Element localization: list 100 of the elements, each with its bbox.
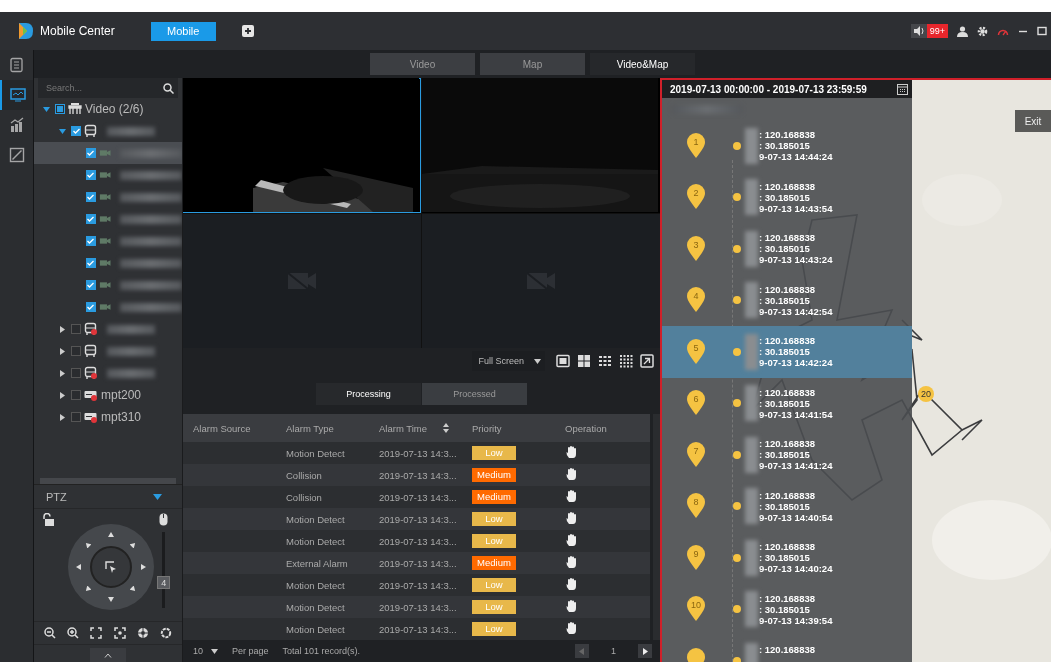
aperture-icon[interactable]: [136, 627, 149, 639]
search-input[interactable]: Search...: [44, 82, 163, 94]
direction-arrow-icon[interactable]: [129, 586, 136, 593]
checkbox[interactable]: [85, 280, 96, 290]
settings-icon[interactable]: [977, 25, 988, 37]
direction-arrow-icon[interactable]: [107, 532, 114, 538]
track-point[interactable]: 1 : 120.168838 : 30.185015 9-07-13 14:44:24: [662, 120, 912, 172]
checkbox[interactable]: [85, 258, 96, 268]
monitor-icon[interactable]: [9, 87, 26, 103]
zoom-in-icon[interactable]: [67, 627, 79, 639]
pin-icon: [686, 596, 706, 623]
add-icon[interactable]: [241, 25, 254, 37]
direction-arrow-icon[interactable]: [129, 541, 136, 548]
track-point[interactable]: 5 : 120.168838 : 30.185015 9-07-13 14:42:24: [662, 326, 912, 378]
exit-button[interactable]: Exit: [1015, 110, 1051, 132]
search-icon[interactable]: [163, 82, 174, 94]
direction-arrow-icon[interactable]: [139, 564, 146, 570]
checkbox[interactable]: [85, 214, 96, 224]
track-point[interactable]: 7 : 120.168838 : 30.185015 9-07-13 14:41:24: [662, 429, 912, 481]
hand-icon[interactable]: [565, 621, 577, 635]
hand-icon[interactable]: [565, 599, 577, 613]
hand-icon[interactable]: [565, 511, 577, 525]
tree-item[interactable]: mpt310: [34, 406, 182, 428]
next-page-button[interactable]: [638, 644, 652, 658]
caret-icon[interactable]: [58, 391, 66, 399]
slider-thumb[interactable]: 4: [157, 576, 171, 590]
hand-icon[interactable]: [565, 555, 577, 569]
maximize-icon[interactable]: [1037, 26, 1047, 36]
checkbox[interactable]: [71, 368, 81, 378]
hand-icon[interactable]: [565, 533, 577, 547]
track-point[interactable]: 4 : 120.168838 : 30.185015 9-07-13 14:42:54: [662, 274, 912, 326]
chart-icon[interactable]: [8, 117, 25, 133]
slashed-square-icon[interactable]: [8, 147, 25, 163]
sixteen-view-icon[interactable]: [619, 354, 633, 368]
page-number[interactable]: 1: [611, 646, 616, 656]
caret-icon[interactable]: [58, 369, 66, 377]
track-point[interactable]: 6 : 120.168838 : 30.185015 9-07-13 14:41:54: [662, 377, 912, 429]
video-cell[interactable]: [422, 213, 660, 348]
sort-icon[interactable]: [443, 423, 450, 433]
caret-icon[interactable]: [42, 105, 50, 113]
track-point[interactable]: : 120.168838: [662, 635, 912, 662]
track-point[interactable]: 3 : 120.168838 : 30.185015 9-07-13 14:43:24: [662, 223, 912, 275]
track-point[interactable]: 2 : 120.168838 : 30.185015 9-07-13 14:43:54: [662, 171, 912, 223]
user-icon[interactable]: [957, 25, 968, 37]
caret-icon[interactable]: [58, 413, 66, 421]
view-tab[interactable]: Video&Map: [590, 53, 695, 75]
four-view-icon[interactable]: [577, 354, 591, 368]
track-point[interactable]: 8 : 120.168838 : 30.185015 9-07-13 14:40:54: [662, 480, 912, 532]
hand-icon[interactable]: [565, 467, 577, 481]
track-point[interactable]: 9 : 120.168838 : 30.185015 9-07-13 14:40:24: [662, 532, 912, 584]
fullscreen-icon[interactable]: [640, 354, 654, 368]
checkbox[interactable]: [85, 170, 96, 180]
caret-icon[interactable]: [58, 325, 66, 333]
scrollbar[interactable]: [650, 414, 660, 640]
checkbox[interactable]: [71, 346, 81, 356]
focus-frame-icon[interactable]: [90, 627, 103, 639]
checkbox[interactable]: [71, 390, 81, 400]
checkbox[interactable]: [85, 192, 96, 202]
hand-icon[interactable]: [565, 489, 577, 503]
checkbox[interactable]: [71, 324, 81, 334]
direction-arrow-icon[interactable]: [85, 586, 92, 593]
direction-arrow-icon[interactable]: [107, 596, 114, 602]
speaker-icon[interactable]: [912, 26, 925, 36]
select-area-icon[interactable]: [104, 561, 117, 573]
hand-icon[interactable]: [565, 445, 577, 459]
track-dot: [733, 656, 741, 662]
tree-item[interactable]: mpt200: [34, 384, 182, 406]
nine-view-icon[interactable]: [598, 354, 612, 368]
focus-point-icon[interactable]: [113, 627, 126, 639]
view-tab[interactable]: Map: [480, 53, 585, 75]
checkbox[interactable]: [85, 302, 96, 312]
scrollbar[interactable]: [40, 478, 176, 484]
tree-item[interactable]: Video (2/6): [34, 98, 182, 120]
hand-icon[interactable]: [565, 577, 577, 591]
checkbox[interactable]: [55, 104, 65, 114]
checkbox[interactable]: [71, 126, 81, 136]
ring-icon[interactable]: [160, 627, 173, 639]
alarm-tab[interactable]: Processed: [422, 383, 527, 405]
checkbox[interactable]: [71, 412, 81, 422]
video-cell[interactable]: [183, 213, 421, 348]
direction-arrow-icon[interactable]: [85, 541, 92, 548]
alert-count[interactable]: 99+: [926, 24, 948, 38]
caret-icon[interactable]: [153, 493, 162, 500]
checkbox[interactable]: [85, 148, 96, 158]
search-field[interactable]: Search...: [38, 78, 178, 98]
direction-arrow-icon[interactable]: [75, 564, 82, 570]
caret-icon[interactable]: [58, 347, 66, 355]
alarm-tab[interactable]: Processing: [316, 383, 421, 405]
calendar-icon[interactable]: [897, 83, 908, 95]
caret-icon[interactable]: [58, 127, 66, 135]
checkbox[interactable]: [85, 236, 96, 246]
page-size-select[interactable]: 10: [193, 646, 218, 656]
unlock-icon[interactable]: [42, 513, 54, 526]
view-tab[interactable]: Video: [370, 53, 475, 75]
document-icon[interactable]: [8, 57, 25, 73]
zoom-out-icon[interactable]: [43, 627, 56, 639]
mouse-icon[interactable]: [159, 513, 169, 526]
track-point[interactable]: 10 : 120.168838 : 30.185015 9-07-13 14:39:54: [662, 583, 912, 635]
single-view-icon[interactable]: [556, 354, 570, 368]
speed-slider[interactable]: 4: [157, 532, 171, 608]
